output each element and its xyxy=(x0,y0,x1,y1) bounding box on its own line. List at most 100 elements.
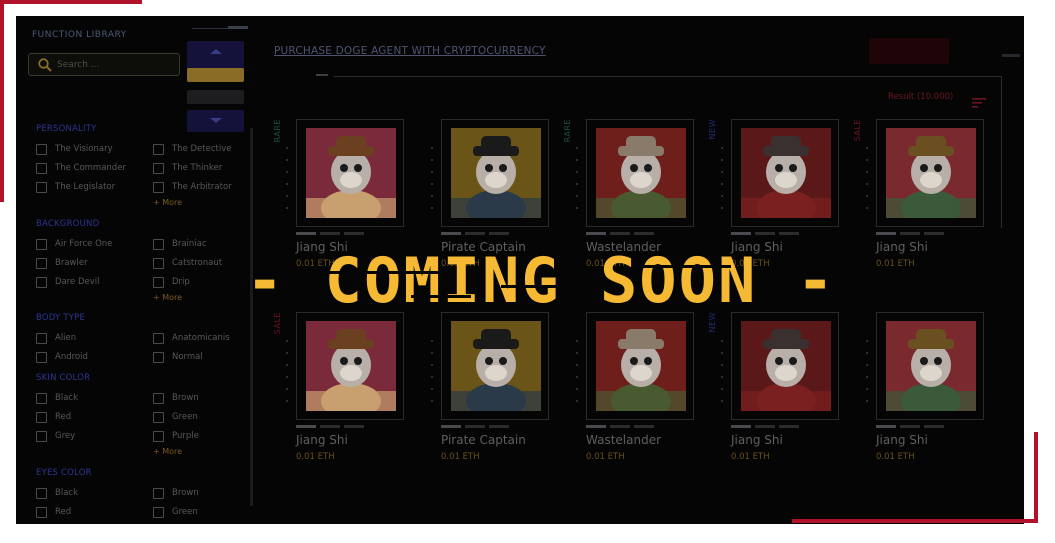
divider-accent xyxy=(316,74,328,76)
filter-option[interactable]: Drip xyxy=(153,275,190,289)
checkbox[interactable] xyxy=(36,257,47,269)
product-card[interactable] xyxy=(876,119,984,227)
filter-option[interactable]: Green xyxy=(153,505,198,519)
checkbox[interactable] xyxy=(153,411,164,423)
product-card[interactable] xyxy=(586,312,694,420)
filter-option[interactable]: Green xyxy=(153,410,198,424)
product-name[interactable]: Wastelander xyxy=(586,433,661,447)
product-image[interactable] xyxy=(451,128,541,218)
checkbox[interactable] xyxy=(153,351,164,363)
filter-option[interactable]: Dare Devil xyxy=(36,275,100,289)
checkbox[interactable] xyxy=(36,430,47,442)
card-progress xyxy=(876,232,944,235)
glitch-line xyxy=(641,265,731,268)
checkbox[interactable] xyxy=(153,181,164,193)
product-card[interactable] xyxy=(586,119,694,227)
search-input[interactable] xyxy=(57,57,175,73)
checkbox[interactable] xyxy=(153,238,164,250)
checkbox[interactable] xyxy=(153,430,164,442)
filter-option[interactable]: Android xyxy=(36,350,88,364)
product-image[interactable] xyxy=(741,128,831,218)
product-card[interactable] xyxy=(441,312,549,420)
product-image[interactable] xyxy=(306,321,396,411)
product-card[interactable] xyxy=(296,119,404,227)
checkbox[interactable] xyxy=(36,238,47,250)
filter-option[interactable]: Red xyxy=(36,410,71,424)
checkbox[interactable] xyxy=(153,487,164,499)
more-link[interactable]: + More xyxy=(153,198,182,207)
checkbox[interactable] xyxy=(36,162,47,174)
checkbox[interactable] xyxy=(153,257,164,269)
filter-option[interactable]: Brawler xyxy=(36,256,88,270)
product-card[interactable] xyxy=(296,312,404,420)
filter-option[interactable]: Anatomicanis xyxy=(153,331,230,345)
checkbox[interactable] xyxy=(36,351,47,363)
product-image[interactable] xyxy=(741,321,831,411)
filter-option[interactable]: Black xyxy=(36,486,78,500)
checkbox[interactable] xyxy=(153,332,164,344)
filter-section-title: SKIN COLOR xyxy=(36,373,91,383)
page-title[interactable]: PURCHASE DOGE AGENT WITH CRYPTOCURRENCY xyxy=(274,45,546,57)
filter-option[interactable]: Normal xyxy=(153,350,203,364)
product-price: 0.01 ETH xyxy=(441,452,480,462)
checkbox[interactable] xyxy=(153,162,164,174)
more-link[interactable]: + More xyxy=(153,293,182,302)
divider-accent xyxy=(228,26,248,29)
product-card[interactable] xyxy=(731,312,839,420)
product-image[interactable] xyxy=(596,321,686,411)
checkbox[interactable] xyxy=(36,332,47,344)
product-name[interactable]: Pirate Captain xyxy=(441,433,526,447)
product-name[interactable]: Jiang Shi xyxy=(876,240,928,254)
product-card[interactable] xyxy=(876,312,984,420)
filter-option[interactable]: Purple xyxy=(153,429,199,443)
product-price: 0.01 ETH xyxy=(731,452,770,462)
checkbox[interactable] xyxy=(36,487,47,499)
filter-option[interactable]: Brown xyxy=(153,486,199,500)
product-name[interactable]: Jiang Shi xyxy=(876,433,928,447)
product-image[interactable] xyxy=(886,128,976,218)
sort-icon[interactable] xyxy=(972,93,986,108)
filter-option[interactable]: The Detective xyxy=(153,142,231,156)
filter-toggle-button[interactable] xyxy=(187,68,244,82)
connect-wallet-button[interactable] xyxy=(869,38,949,64)
search-box[interactable] xyxy=(28,53,180,76)
filter-option-label: Green xyxy=(172,412,198,422)
filter-option[interactable]: Grey xyxy=(36,429,75,443)
product-image[interactable] xyxy=(596,128,686,218)
search-icon xyxy=(37,57,53,73)
filter-reset-button[interactable] xyxy=(187,90,244,104)
filter-option[interactable]: The Arbitrator xyxy=(153,180,232,194)
filter-option[interactable]: Catstronaut xyxy=(153,256,222,270)
checkbox[interactable] xyxy=(153,506,164,518)
frame-corner-left xyxy=(0,0,4,202)
product-card[interactable] xyxy=(441,119,549,227)
product-name[interactable]: Jiang Shi xyxy=(731,433,783,447)
filter-option[interactable]: The Visionary xyxy=(36,142,113,156)
filter-option[interactable]: Black xyxy=(36,391,78,405)
filter-option[interactable]: Alien xyxy=(36,331,76,345)
checkbox[interactable] xyxy=(36,143,47,155)
scroll-down-button[interactable] xyxy=(187,110,244,132)
checkbox[interactable] xyxy=(36,392,47,404)
product-image[interactable] xyxy=(886,321,976,411)
filter-option[interactable]: Brown xyxy=(153,391,199,405)
filter-option[interactable]: The Thinker xyxy=(153,161,222,175)
checkbox[interactable] xyxy=(153,276,164,288)
filter-option[interactable]: The Commander xyxy=(36,161,126,175)
product-image[interactable] xyxy=(451,321,541,411)
checkbox[interactable] xyxy=(153,143,164,155)
product-price: 0.01 ETH xyxy=(876,452,915,462)
checkbox[interactable] xyxy=(36,276,47,288)
more-link[interactable]: + More xyxy=(153,447,182,456)
checkbox[interactable] xyxy=(153,392,164,404)
filter-option[interactable]: The Legislator xyxy=(36,180,115,194)
product-card[interactable] xyxy=(731,119,839,227)
checkbox[interactable] xyxy=(36,181,47,193)
checkbox[interactable] xyxy=(36,506,47,518)
filter-option[interactable]: Brainiac xyxy=(153,237,207,251)
filter-option[interactable]: Red xyxy=(36,505,71,519)
product-image[interactable] xyxy=(306,128,396,218)
checkbox[interactable] xyxy=(36,411,47,423)
product-name[interactable]: Jiang Shi xyxy=(296,433,348,447)
filter-option[interactable]: Air Force One xyxy=(36,237,112,251)
